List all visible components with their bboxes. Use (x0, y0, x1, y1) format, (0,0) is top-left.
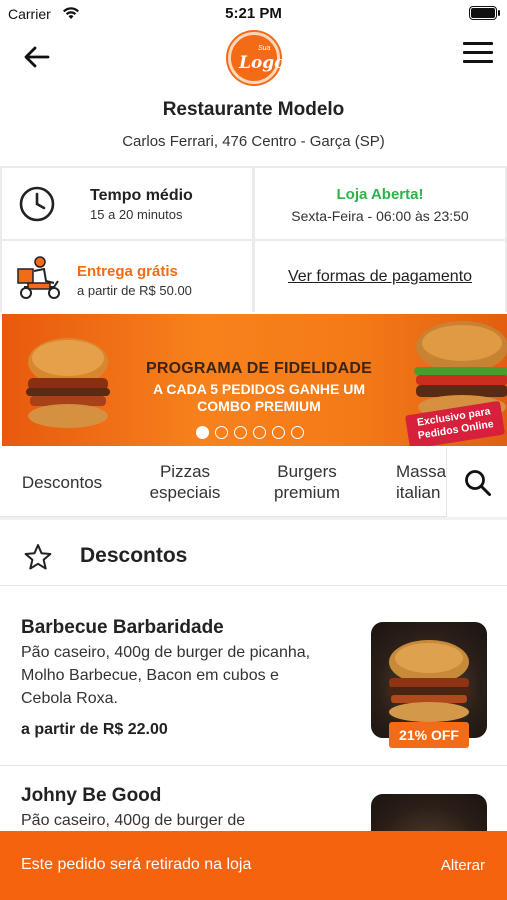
clock-time: 5:21 PM (225, 5, 282, 22)
avg-time-value: 15 a 20 minutos (90, 207, 183, 222)
payment-methods-link[interactable]: Ver formas de pagamento (255, 268, 505, 286)
nav-bar: Sua Logo (0, 28, 507, 86)
store-hours: Sexta-Feira - 06:00 às 23:50 (291, 208, 469, 224)
restaurant-address: Carlos Ferrari, 476 Centro - Garça (SP) (122, 133, 385, 150)
menu-icon[interactable] (463, 42, 493, 66)
change-button[interactable]: Alterar (441, 857, 485, 874)
delivery-subtitle: a partir de R$ 50.00 (77, 283, 192, 298)
product-name: Johny Be Good (21, 785, 162, 806)
logo-small-text: Sua (258, 45, 271, 52)
delivery-card: Entrega grátis a partir de R$ 50.00 (2, 241, 252, 312)
burger-image-left (26, 338, 110, 428)
price-value: R$ 22.00 (102, 721, 168, 738)
category-tab-massas[interactable]: Massa italian (368, 447, 448, 517)
carousel-dot[interactable] (291, 426, 304, 439)
discount-badge: 21% OFF (389, 722, 469, 748)
pickup-message: Este pedido será retirado na loja (21, 856, 252, 873)
carousel-dot[interactable] (196, 426, 209, 439)
delivery-title: Entrega grátis (77, 263, 178, 280)
category-label-line-2: italian (396, 483, 441, 502)
clock-icon (19, 186, 55, 222)
category-tab-burgers[interactable]: Burgers premium (246, 447, 368, 517)
product-description: Pão caseiro, 400g de burger de (21, 812, 246, 829)
product-name: Barbecue Barbaridade (21, 617, 224, 638)
payment-card[interactable]: Ver formas de pagamento (255, 241, 505, 312)
category-label-line-2: premium (273, 483, 341, 502)
restaurant-name: Restaurante Modelo (162, 99, 345, 120)
restaurant-logo: Sua Logo (228, 32, 286, 84)
category-tab-descontos[interactable]: Descontos (0, 447, 124, 517)
category-label-line-2: especiais (149, 483, 221, 502)
category-label: Descontos (21, 473, 103, 492)
carousel-dot[interactable] (272, 426, 285, 439)
carousel-dot[interactable] (253, 426, 266, 439)
back-arrow-icon[interactable] (22, 42, 52, 72)
avg-time-title: Tempo médio (90, 187, 193, 204)
product-price: a partir de R$ 22.00 (21, 721, 168, 739)
status-bar: Carrier 5:21 PM (0, 0, 507, 28)
banner-line-2: COMBO PREMIUM (197, 398, 321, 414)
category-tab-pizzas[interactable]: Pizzas especiais (124, 447, 246, 517)
divider (0, 517, 507, 520)
carousel-dot[interactable] (215, 426, 228, 439)
category-tabs: Descontos Pizzas especiais Burgers premi… (0, 447, 507, 517)
section-title: Descontos (80, 544, 188, 567)
logo-main-text: Logo (239, 53, 286, 73)
category-label: Burgers (277, 462, 337, 481)
carousel-dot[interactable] (234, 426, 247, 439)
star-icon (24, 544, 52, 570)
store-status-card: Loja Aberta! Sexta-Feira - 06:00 às 23:5… (255, 168, 505, 239)
product-image (371, 622, 487, 738)
delivery-moto-icon (17, 256, 60, 299)
category-label: Pizzas (159, 462, 211, 481)
search-button[interactable] (446, 447, 507, 517)
carousel-dots (196, 426, 310, 440)
store-open-status: Loja Aberta! (336, 186, 424, 203)
section-header: Descontos (0, 530, 507, 586)
price-prefix: a partir de (21, 721, 99, 738)
product-description: Pão caseiro, 400g de burger de picanha, … (21, 644, 311, 707)
burger-image (387, 640, 471, 722)
product-item[interactable]: Barbecue Barbaridade Pão caseiro, 400g d… (0, 600, 507, 766)
banner-title: PROGRAMA DE FIDELIDADE (145, 360, 373, 377)
banner-line-1: A CADA 5 PEDIDOS GANHE UM (152, 381, 366, 397)
battery-icon (469, 6, 500, 20)
category-label: Massa (396, 462, 447, 481)
search-icon (465, 470, 491, 496)
pickup-footer-bar: Este pedido será retirado na loja Altera… (0, 831, 507, 900)
promo-banner[interactable]: PROGRAMA DE FIDELIDADE A CADA 5 PEDIDOS … (2, 314, 507, 446)
info-grid: Tempo médio 15 a 20 minutos Loja Aberta!… (0, 166, 507, 312)
avg-time-card: Tempo médio 15 a 20 minutos (2, 168, 252, 239)
